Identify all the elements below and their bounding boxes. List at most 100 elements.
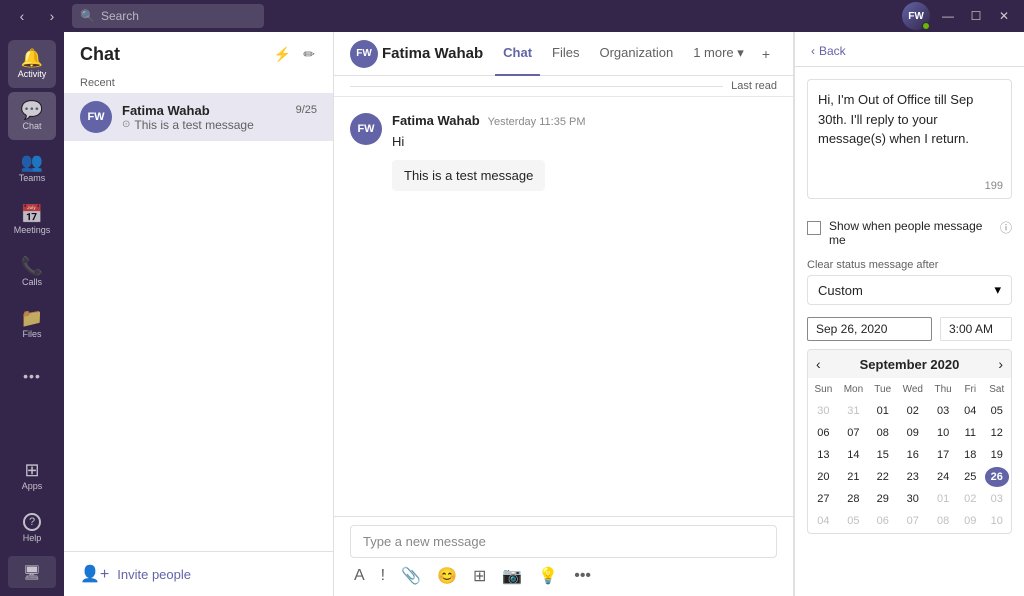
- cal-day[interactable]: 27: [810, 489, 837, 509]
- chat-icon: 💬: [21, 101, 43, 119]
- cal-day[interactable]: 10: [985, 511, 1009, 531]
- cal-day[interactable]: 07: [897, 511, 928, 531]
- date-input[interactable]: Sep 26, 2020: [807, 317, 932, 341]
- sidebar-item-files[interactable]: 📁 Files: [8, 300, 56, 348]
- cal-day[interactable]: 25: [958, 467, 982, 487]
- sidebar-device-button[interactable]: 🖥: [8, 556, 56, 588]
- sidebar-label-help: Help: [23, 533, 42, 543]
- cal-day[interactable]: 19: [985, 445, 1009, 465]
- cal-header-mon: Mon: [839, 380, 868, 399]
- sidebar-item-meetings[interactable]: 📅 Meetings: [8, 196, 56, 244]
- cal-day[interactable]: 18: [958, 445, 982, 465]
- show-when-checkbox[interactable]: [807, 221, 821, 235]
- sidebar-item-apps[interactable]: ⊞ Apps: [8, 452, 56, 500]
- calendar-grid: Sun Mon Tue Wed Thu Fri Sat 303101020304…: [808, 378, 1011, 533]
- cal-day[interactable]: 09: [958, 511, 982, 531]
- cal-day[interactable]: 06: [810, 423, 837, 443]
- invite-people-button[interactable]: 👤+ Invite people: [64, 551, 333, 596]
- avatar[interactable]: FW: [902, 2, 930, 30]
- cal-day[interactable]: 15: [870, 445, 895, 465]
- cal-day[interactable]: 10: [930, 423, 956, 443]
- date-time-row: Sep 26, 2020 3:00 AM: [807, 317, 1012, 341]
- cal-day[interactable]: 07: [839, 423, 868, 443]
- sidebar-item-calls[interactable]: 📞 Calls: [8, 248, 56, 296]
- message-input-placeholder: Type a new message: [363, 534, 486, 549]
- close-button[interactable]: ✕: [994, 6, 1014, 26]
- time-input[interactable]: 3:00 AM: [940, 317, 1012, 341]
- attach-button[interactable]: 📎: [397, 564, 425, 588]
- cal-day[interactable]: 23: [897, 467, 928, 487]
- minimize-button[interactable]: —: [938, 6, 958, 26]
- tab-add-button[interactable]: +: [760, 44, 772, 64]
- cal-day[interactable]: 03: [985, 489, 1009, 509]
- cal-day[interactable]: 02: [958, 489, 982, 509]
- teams-icon: 👥: [21, 153, 43, 171]
- sidebar-item-activity[interactable]: 🔔 Activity: [8, 40, 56, 88]
- search-bar[interactable]: 🔍: [72, 4, 264, 28]
- cal-day[interactable]: 05: [839, 511, 868, 531]
- tab-files[interactable]: Files: [544, 32, 587, 76]
- cal-day[interactable]: 21: [839, 467, 868, 487]
- giphy-button[interactable]: ⊞: [469, 564, 490, 588]
- cal-day[interactable]: 24: [930, 467, 956, 487]
- new-chat-button[interactable]: ✏: [301, 44, 317, 65]
- status-message-text: Hi, I'm Out of Office till Sep 30th. I'l…: [818, 90, 1001, 149]
- cal-day[interactable]: 06: [870, 511, 895, 531]
- cal-day[interactable]: 22: [870, 467, 895, 487]
- cal-day[interactable]: 05: [985, 401, 1009, 421]
- chat-name: Fatima Wahab: [122, 103, 210, 118]
- chat-date: 9/25: [296, 104, 317, 116]
- sidebar-item-help[interactable]: ? Help: [8, 504, 56, 552]
- cal-day[interactable]: 14: [839, 445, 868, 465]
- back-button[interactable]: ‹ Back: [811, 44, 846, 58]
- emoji-button[interactable]: 😊: [433, 564, 461, 588]
- cal-day[interactable]: 12: [985, 423, 1009, 443]
- cal-day[interactable]: 29: [870, 489, 895, 509]
- cal-day[interactable]: 04: [958, 401, 982, 421]
- cal-day[interactable]: 01: [930, 489, 956, 509]
- cal-day[interactable]: 30: [897, 489, 928, 509]
- filter-button[interactable]: ⚡: [272, 44, 293, 65]
- cal-day[interactable]: 08: [930, 511, 956, 531]
- cal-day[interactable]: 26: [985, 467, 1009, 487]
- message-input-box[interactable]: Type a new message: [350, 525, 777, 558]
- cal-day[interactable]: 08: [870, 423, 895, 443]
- format-button[interactable]: A: [350, 565, 369, 587]
- cal-prev-button[interactable]: ‹: [816, 356, 821, 372]
- tab-organization[interactable]: Organization: [591, 32, 681, 76]
- cal-day[interactable]: 09: [897, 423, 928, 443]
- nav-back-button[interactable]: ‹: [10, 4, 34, 28]
- tab-chat[interactable]: Chat: [495, 32, 540, 76]
- info-icon[interactable]: ⓘ: [1000, 219, 1012, 236]
- status-message-box[interactable]: Hi, I'm Out of Office till Sep 30th. I'l…: [807, 79, 1012, 199]
- cal-next-button[interactable]: ›: [998, 356, 1003, 372]
- cal-day[interactable]: 13: [810, 445, 837, 465]
- search-input[interactable]: [101, 9, 256, 23]
- cal-day[interactable]: 04: [810, 511, 837, 531]
- cal-day[interactable]: 01: [870, 401, 895, 421]
- cal-day[interactable]: 02: [897, 401, 928, 421]
- chat-item-fatima[interactable]: FW Fatima Wahab 9/25 ⊙ This is a test me…: [64, 93, 333, 141]
- maximize-button[interactable]: ☐: [966, 6, 986, 26]
- cal-day[interactable]: 30: [810, 401, 837, 421]
- clear-after-dropdown[interactable]: Custom ▾: [807, 275, 1012, 305]
- nav-forward-button[interactable]: ›: [40, 4, 64, 28]
- device-icon: 🖥: [23, 564, 41, 581]
- tab-more[interactable]: 1 more ▾: [685, 32, 752, 76]
- cal-day[interactable]: 03: [930, 401, 956, 421]
- cal-day[interactable]: 17: [930, 445, 956, 465]
- cal-day[interactable]: 20: [810, 467, 837, 487]
- sidebar-bottom: ⊞ Apps ? Help 🖥: [8, 452, 56, 588]
- cal-day[interactable]: 31: [839, 401, 868, 421]
- sidebar-item-more[interactable]: •••: [8, 352, 56, 400]
- praise-button[interactable]: 💡: [534, 564, 562, 588]
- sticker-button[interactable]: 📷: [498, 564, 526, 588]
- cal-day[interactable]: 11: [958, 423, 982, 443]
- more-options-button[interactable]: •••: [570, 565, 595, 587]
- priority-button[interactable]: !: [377, 565, 389, 587]
- sidebar-item-teams[interactable]: 👥 Teams: [8, 144, 56, 192]
- msg-bubble-container: This is a test message: [392, 160, 777, 191]
- cal-day[interactable]: 28: [839, 489, 868, 509]
- cal-day[interactable]: 16: [897, 445, 928, 465]
- sidebar-item-chat[interactable]: 💬 Chat: [8, 92, 56, 140]
